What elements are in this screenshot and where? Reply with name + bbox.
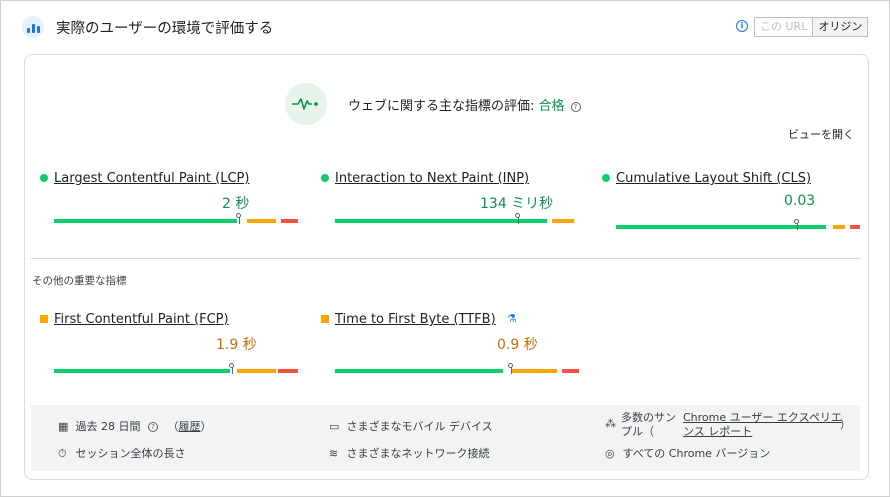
url-origin-toggle[interactable]: この URL オリジン [754, 17, 869, 37]
good-segment [335, 369, 504, 373]
toggle-origin[interactable]: オリジン [813, 18, 868, 36]
percentile-marker-line [796, 223, 798, 230]
section-divider [31, 258, 860, 259]
average-segment [552, 219, 575, 223]
poor-segment [280, 219, 298, 223]
metric-value: 134 ミリ秒 [480, 196, 554, 212]
good-segment [335, 219, 548, 223]
report-frame: 実際のユーザーの環境で評価する i この URL オリジン ウェブに関する主な指… [0, 0, 890, 497]
metric-lcp: Largest Contentful Paint (LCP) 2 秒 [40, 171, 298, 231]
period-text: 過去 28 日間 [75, 420, 141, 433]
metric-value: 2 秒 [222, 196, 250, 212]
session-item: ⏱ セッション全体の長さ [58, 445, 186, 461]
history-paren-close: ） [200, 420, 212, 433]
poor-segment [850, 225, 860, 229]
samples-icon: ⁂ [605, 417, 616, 430]
percentile-marker [229, 363, 235, 368]
metric-name[interactable]: Interaction to Next Paint (INP) [335, 171, 529, 186]
devices-icon: ▭ [329, 420, 340, 433]
help-icon[interactable]: ? [570, 102, 581, 112]
metric-ttfb: Time to First Byte (TTFB) ⚗ 0.9 秒 [321, 312, 579, 374]
assessment-summary: ウェブに関する主な指標の評価: 合格? [348, 95, 581, 114]
percentile-marker-line [232, 367, 234, 374]
devices-text: さまざまなモバイル デバイス [346, 420, 493, 433]
percentile-marker-line [510, 367, 512, 374]
percentile-marker-line [518, 217, 519, 224]
good-segment [54, 219, 237, 223]
percentile-marker-line [239, 217, 241, 224]
history-paren-open: （ [167, 420, 179, 433]
average-segment [246, 219, 277, 223]
flask-icon: ⚗ [507, 312, 517, 325]
good-status-icon [321, 174, 329, 182]
assessment-result: 合格 [538, 99, 565, 114]
metric-fcp: First Contentful Paint (FCP) 1.9 秒 [40, 312, 298, 374]
metric-value: 0.9 秒 [497, 337, 538, 353]
average-segment [510, 369, 558, 373]
good-segment [54, 369, 230, 373]
assessment-label: ウェブに関する主な指標の評価: [348, 99, 539, 114]
other-metrics-title: その他の重要な指標 [32, 275, 127, 287]
good-status-icon [40, 174, 48, 182]
percentile-marker [515, 213, 520, 218]
poor-segment [278, 369, 298, 373]
expand-view-link[interactable]: ビューを開く [788, 126, 854, 142]
average-status-icon [321, 315, 329, 323]
chrome-versions-text: すべての Chrome バージョン [622, 447, 771, 460]
period-item: ▦ 過去 28 日間 ? （履歴） [58, 418, 212, 434]
percentile-marker [236, 213, 242, 218]
samples-line2: プル（ [621, 425, 654, 438]
distribution-bar [54, 219, 298, 223]
metric-name[interactable]: Cumulative Layout Shift (CLS) [616, 171, 811, 186]
crux-report-link-2[interactable]: ンス レポート [683, 425, 752, 439]
average-status-icon [40, 315, 48, 323]
distribution-bar [54, 369, 298, 373]
network-text: さまざまなネットワーク接続 [346, 447, 490, 460]
history-link[interactable]: 履歴 [179, 420, 201, 433]
network-item: ≋ さまざまなネットワーク接続 [329, 445, 490, 461]
percentile-marker [793, 219, 799, 224]
metric-name[interactable]: First Contentful Paint (FCP) [54, 312, 229, 327]
metric-name[interactable]: Largest Contentful Paint (LCP) [54, 171, 249, 186]
percentile-marker [507, 363, 513, 368]
session-text: セッション全体の長さ [75, 447, 186, 460]
heartbeat-icon [285, 83, 327, 125]
help-icon[interactable]: ? [148, 422, 158, 432]
distribution-bar [335, 219, 579, 223]
metric-value: 0.03 [784, 193, 816, 209]
samples-prefix: 多数のサン [621, 411, 676, 424]
average-segment [833, 225, 846, 229]
metric-name[interactable]: Time to First Byte (TTFB) [335, 312, 496, 327]
average-segment [237, 369, 277, 373]
field-data-icon [22, 16, 44, 38]
metric-inp: Interaction to Next Paint (INP) 134 ミリ秒 [321, 171, 579, 231]
timer-icon: ⏱ [58, 447, 67, 460]
info-icon[interactable]: i [736, 20, 748, 32]
poor-segment [561, 369, 579, 373]
good-status-icon [602, 174, 610, 182]
chrome-versions-item: ◎ すべての Chrome バージョン [605, 445, 770, 461]
metric-value: 1.9 秒 [216, 337, 257, 353]
section-title: 実際のユーザーの環境で評価する [56, 21, 274, 37]
metric-cls: Cumulative Layout Shift (CLS) 0.03 [602, 171, 860, 231]
toggle-url[interactable]: この URL [755, 18, 814, 36]
wifi-icon: ≋ [329, 447, 339, 460]
devices-item: ▭ さまざまなモバイル デバイス [329, 418, 493, 434]
distribution-bar [335, 369, 579, 373]
chrome-icon: ◎ [605, 447, 615, 460]
calendar-icon: ▦ [58, 420, 69, 433]
distribution-bar [616, 225, 860, 229]
crux-report-link-1[interactable]: Chrome ユーザー エクスペリエ [683, 411, 842, 425]
good-segment [616, 225, 826, 229]
samples-close: ） [840, 418, 851, 431]
